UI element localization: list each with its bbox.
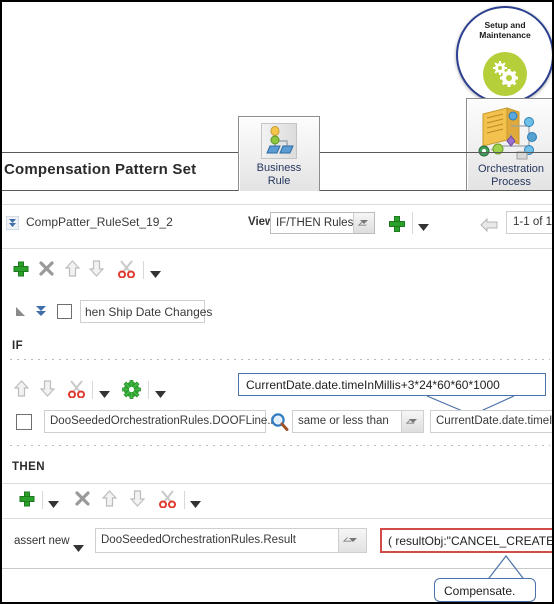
condition-left-operand-value: DooSeededOrchestrationRules.DOOFLine.r [50,415,275,427]
rule-toolbar [2,260,552,286]
rule-name-field[interactable]: hen Ship Date Changes [80,300,212,323]
title-divider [2,204,552,205]
then-add-button[interactable] [18,490,36,511]
action-target-value: DooSeededOrchestrationRules.Result [101,534,296,546]
condition-operator-value: same or less than [298,415,389,427]
tab-orchestration-process-label-line1: Orchestration [477,163,545,175]
rule-name-value: hen Ship Date Changes [85,305,213,319]
condition-left-operand-field[interactable]: DooSeededOrchestrationRules.DOOFLine.r [44,410,274,433]
then-move-down-button[interactable] [129,490,146,510]
ruleset-name: CompPatter_RuleSet_19_2 [26,215,173,229]
rule-add-button[interactable] [12,260,30,281]
tab-orchestration-process-label: Orchestration Process [467,163,552,189]
rule-move-down-button[interactable] [88,260,105,280]
if-settings-menu-icon[interactable] [155,387,166,401]
if-move-down-button[interactable] [39,380,56,400]
then-toolbar [2,490,552,516]
add-rule-menu-icon[interactable] [418,220,429,234]
rule-cut-button[interactable] [118,260,135,281]
action-expression-value: ( resultObj:"CANCEL_CREATE") [388,534,554,548]
if-section-dotted-divider [10,359,550,360]
annotation-callout-expression: CurrentDate.date.timeInMillis+3*24*60*60… [238,373,546,396]
then-toolbar-separator-2 [184,491,185,509]
annotation-callout-compensate: Compensate. [434,578,536,602]
then-move-up-button[interactable] [101,490,118,510]
magnifier-icon[interactable] [270,412,289,434]
then-more-menu-icon[interactable] [190,497,201,511]
pager-field[interactable]: 1-1 of 1 [506,211,552,234]
application-window: Setup and Maintenance Orchestration Proc… [0,0,554,604]
tab-business-rule-label: Business Rule [239,162,319,188]
toolbar-separator [412,212,413,234]
ruleset-header-row: CompPatter_RuleSet_19_2 View IF/THEN Rul… [2,211,552,244]
then-cut-button[interactable] [159,490,176,511]
if-condition-row: DooSeededOrchestrationRules.DOOFLine.r s… [2,410,552,436]
then-toolbar-top-divider [2,483,552,484]
bottom-divider [2,568,552,569]
then-delete-button[interactable] [74,490,91,510]
condition-right-operand-value: CurrentDate.date.timeInM [436,415,553,427]
ruleset-divider [2,248,552,249]
then-add-menu-icon[interactable] [48,497,59,511]
chevron-down-icon[interactable] [353,213,374,233]
tab-business-rule-label-line2: Rule [267,175,291,187]
double-chevron-down-icon[interactable] [5,215,20,231]
add-rule-button[interactable] [387,214,407,237]
triangle-collapse-icon[interactable] [16,307,25,316]
business-rule-icon [261,123,297,159]
then-section-label: THEN [12,461,45,473]
if-section-bottom-dotted-divider [10,445,550,446]
rule-move-up-button[interactable] [64,260,81,280]
then-toolbar-bottom-divider [2,518,552,519]
rule-delete-button[interactable] [38,260,55,280]
condition-operator-select[interactable]: same or less than [292,410,424,433]
chevron-down-icon[interactable] [338,529,366,552]
setup-and-maintenance-label-line1: Setup and [484,20,526,30]
rule-enabled-checkbox[interactable] [57,304,72,319]
if-cut-button[interactable] [68,380,85,401]
action-verb-menu-icon[interactable] [73,541,84,555]
if-toolbar-separator-1 [92,381,93,399]
then-action-row: assert new DooSeededOrchestrationRules.R… [2,528,554,556]
then-toolbar-separator-1 [42,491,43,509]
rule-toolbar-separator [143,261,144,279]
tab-business-rule-label-line1: Business [256,162,302,174]
if-toolbar-separator-2 [148,381,149,399]
previous-arrow-icon[interactable] [480,217,498,235]
condition-right-operand-field[interactable]: CurrentDate.date.timeInM [430,410,553,433]
if-move-up-button[interactable] [13,380,30,400]
orchestration-process-icon [477,104,545,162]
tab-business-rule[interactable]: Business Rule [238,116,320,191]
if-settings-gear-icon[interactable] [122,380,141,402]
annotation-callout-compensate-text: Compensate. [444,584,516,598]
action-target-select[interactable]: DooSeededOrchestrationRules.Result [95,528,367,553]
setup-and-maintenance-badge[interactable]: Setup and Maintenance [456,6,552,104]
page-title: Compensation Pattern Set [4,161,197,178]
annotation-callout-expression-text: CurrentDate.date.timeInMillis+3*24*60*60… [246,378,500,392]
tab-orchestration-process-label-line2: Process [491,176,531,188]
view-select-value: IF/THEN Rules [276,217,354,229]
rule-more-menu-icon[interactable] [150,267,161,281]
rule-header-row: hen Ship Date Changes [2,300,552,326]
action-expression-highlight[interactable]: ( resultObj:"CANCEL_CREATE") [380,528,554,553]
setup-and-maintenance-label-line2: Maintenance [479,30,531,40]
view-select[interactable]: IF/THEN Rules [270,212,375,234]
double-chevron-down-icon[interactable] [35,304,47,321]
gears-icon [483,52,527,96]
if-cut-menu-icon[interactable] [99,387,110,401]
pager-text: 1-1 of 1 [513,216,552,228]
condition-checkbox[interactable] [16,414,32,430]
action-verb-label[interactable]: assert new [14,535,70,547]
setup-and-maintenance-label: Setup and Maintenance [458,20,552,40]
tab-orchestration-process[interactable]: Orchestration Process [466,98,552,191]
if-section-label: IF [12,340,24,352]
chevron-down-icon[interactable] [401,411,423,432]
